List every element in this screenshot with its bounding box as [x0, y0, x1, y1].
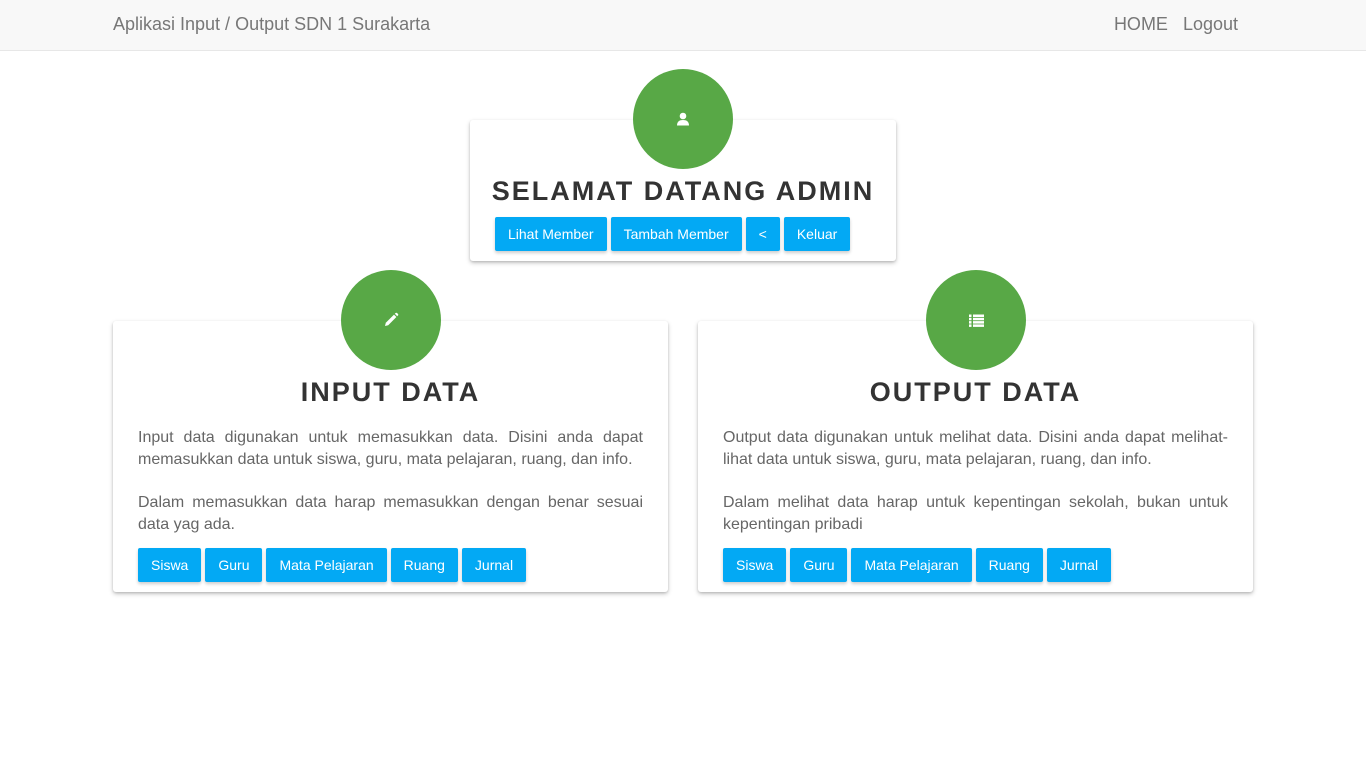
pencil-icon [385, 312, 399, 326]
input-data-paragraph-1: Input data digunakan untuk memasukkan da… [138, 429, 643, 468]
output-jurnal-button[interactable]: Jurnal [1046, 548, 1112, 582]
welcome-button-row: Lihat Member Tambah Member < Keluar [495, 217, 851, 251]
input-button-row: Siswa Guru Mata Pelajaran Ruang Jurnal [138, 548, 527, 582]
nav-links: HOME Logout [1114, 14, 1238, 35]
output-mata-pelajaran-button[interactable]: Mata Pelajaran [851, 548, 972, 582]
lihat-member-button[interactable]: Lihat Member [495, 217, 607, 251]
output-data-title: OUTPUT DATA [869, 377, 1082, 407]
output-siswa-button[interactable]: Siswa [723, 548, 787, 582]
input-data-description: Input data digunakan untuk memasukkan da… [138, 427, 643, 536]
nav-logout-link[interactable]: Logout [1183, 14, 1238, 35]
list-icon [968, 314, 984, 327]
tambah-member-button[interactable]: Tambah Member [610, 217, 742, 251]
output-data-description: Output data digunakan untuk melihat data… [723, 427, 1228, 536]
output-button-row: Siswa Guru Mata Pelajaran Ruang Jurnal [723, 548, 1112, 582]
output-ruang-button[interactable]: Ruang [975, 548, 1043, 582]
output-data-paragraph-1: Output data digunakan untuk melihat data… [723, 429, 1228, 468]
input-icon-circle [341, 270, 441, 370]
user-icon [677, 112, 689, 126]
input-siswa-button[interactable]: Siswa [138, 548, 202, 582]
nav-home-link[interactable]: HOME [1114, 14, 1168, 35]
input-ruang-button[interactable]: Ruang [390, 548, 458, 582]
output-data-paragraph-2: Dalam melihat data harap untuk kepenting… [723, 494, 1228, 533]
welcome-title: SELAMAT DATANG ADMIN [470, 176, 896, 207]
input-jurnal-button[interactable]: Jurnal [461, 548, 527, 582]
keluar-button[interactable]: Keluar [783, 217, 851, 251]
input-guru-button[interactable]: Guru [205, 548, 263, 582]
brand-link[interactable]: Aplikasi Input / Output SDN 1 Surakarta [113, 14, 430, 35]
input-data-paragraph-2: Dalam memasukkan data harap memasukkan d… [138, 494, 643, 533]
input-mata-pelajaran-button[interactable]: Mata Pelajaran [266, 548, 387, 582]
output-guru-button[interactable]: Guru [790, 548, 848, 582]
back-button[interactable]: < [745, 217, 780, 251]
welcome-avatar-circle [633, 69, 733, 169]
output-icon-circle [926, 270, 1026, 370]
welcome-username: ADMIN [775, 176, 875, 206]
input-data-title: INPUT DATA [300, 377, 481, 407]
welcome-title-prefix: SELAMAT DATANG [491, 176, 776, 206]
navbar: Aplikasi Input / Output SDN 1 Surakarta … [0, 0, 1366, 51]
